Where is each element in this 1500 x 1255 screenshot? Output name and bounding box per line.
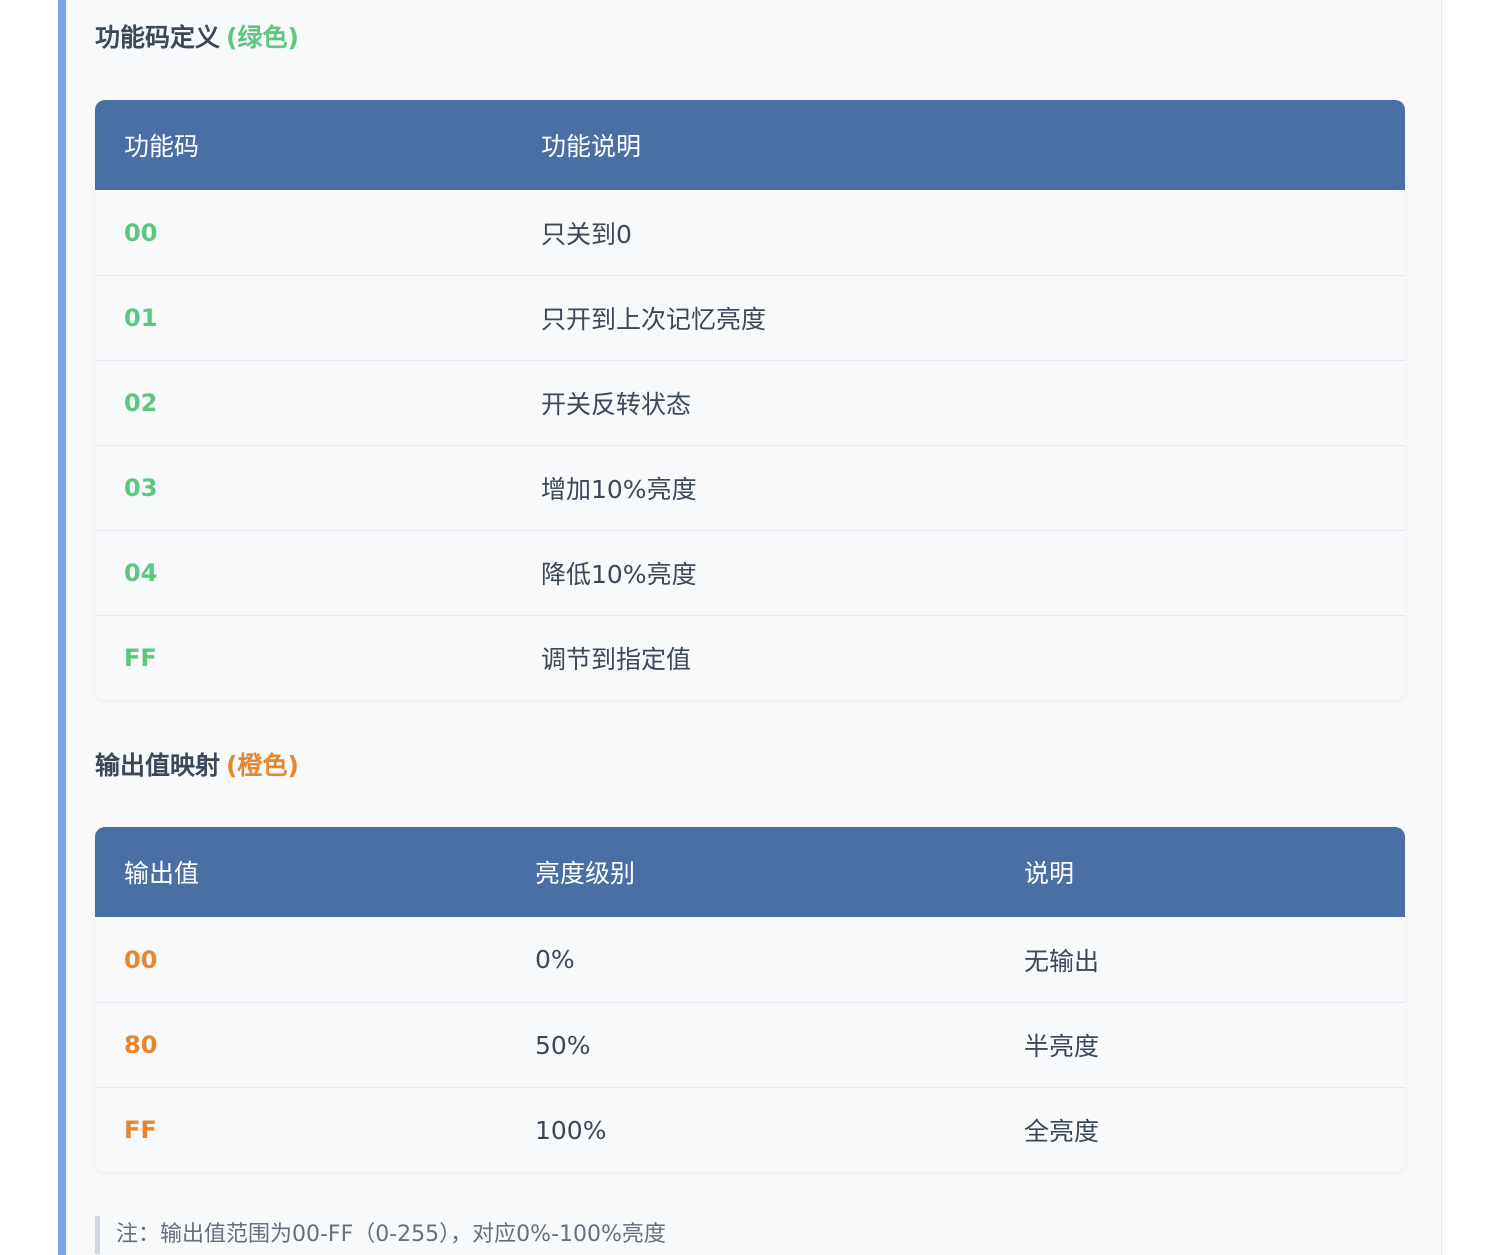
function-code-table-body: 00 只关到0 01 只开到上次记忆亮度 02 开关反转状态 03 增加10%亮…	[95, 190, 1405, 700]
range-note: 注：输出值范围为00-FF（0-255），对应0%-100%亮度	[95, 1216, 666, 1254]
header-function-code: 功能码	[124, 132, 200, 161]
description-cell: 半亮度	[1024, 1032, 1100, 1061]
output-value-cell: 80	[124, 1031, 158, 1059]
function-code-table-header: 功能码 功能说明	[95, 100, 1405, 190]
header-description: 说明	[1024, 859, 1075, 888]
output-mapping-table-header: 输出值 亮度级别 说明	[95, 827, 1405, 917]
table-row: FF 100% 全亮度	[95, 1087, 1405, 1172]
function-code-title-tag: (绿色)	[226, 23, 299, 52]
function-code-cell: 04	[124, 559, 158, 587]
output-mapping-title-text: 输出值映射	[95, 751, 221, 780]
output-mapping-title-tag: (橙色)	[226, 751, 299, 780]
table-row: 80 50% 半亮度	[95, 1002, 1405, 1087]
header-brightness-level: 亮度级别	[535, 859, 636, 888]
function-code-cell: 00	[124, 218, 158, 247]
output-mapping-table: 输出值 亮度级别 说明 00 0% 无输出 80 50% 半亮度 FF 100%…	[95, 827, 1405, 1172]
table-row: 02 开关反转状态	[95, 360, 1405, 445]
function-desc-cell: 只开到上次记忆亮度	[541, 305, 767, 334]
function-code-section-title: 功能码定义 (绿色)	[95, 18, 299, 58]
table-row: 03 增加10%亮度	[95, 445, 1405, 530]
function-desc-cell: 只关到0	[541, 219, 632, 249]
function-desc-cell: 增加10%亮度	[541, 475, 697, 504]
function-desc-cell: 开关反转状态	[541, 390, 692, 419]
brightness-level-cell: 100%	[535, 1115, 607, 1145]
function-code-cell: 01	[124, 304, 158, 332]
function-code-cell: 03	[124, 474, 158, 502]
table-row: FF 调节到指定值	[95, 615, 1405, 700]
output-value-cell: FF	[124, 1116, 157, 1144]
header-output-value: 输出值	[124, 859, 200, 888]
function-code-cell: FF	[124, 644, 157, 672]
brightness-level-cell: 50%	[535, 1030, 591, 1060]
function-desc-cell: 调节到指定值	[541, 645, 692, 674]
table-row: 04 降低10%亮度	[95, 530, 1405, 615]
table-row: 01 只开到上次记忆亮度	[95, 275, 1405, 360]
description-cell: 无输出	[1024, 946, 1100, 976]
function-desc-cell: 降低10%亮度	[541, 560, 697, 589]
header-function-desc: 功能说明	[541, 132, 642, 161]
table-row: 00 只关到0	[95, 190, 1405, 275]
function-code-table: 功能码 功能说明 00 只关到0 01 只开到上次记忆亮度 02 开关反转状态	[95, 100, 1405, 700]
description-cell: 全亮度	[1024, 1117, 1100, 1146]
output-value-cell: 00	[124, 945, 158, 974]
brightness-level-cell: 0%	[535, 945, 575, 974]
page: 功能码定义(绿色) 功能码 功能说明 00 只关到0 01 只开到上次记忆亮度	[0, 0, 1500, 1255]
function-code-title-text: 功能码定义	[95, 23, 221, 52]
table-row: 00 0% 无输出	[95, 917, 1405, 1002]
function-code-cell: 02	[124, 389, 158, 417]
content-card: 功能码定义(绿色) 功能码 功能说明 00 只关到0 01 只开到上次记忆亮度	[58, 0, 1442, 1255]
output-mapping-table-body: 00 0% 无输出 80 50% 半亮度 FF 100% 全亮度	[95, 917, 1405, 1172]
output-mapping-section-title: 输出值映射 (橙色)	[95, 746, 299, 786]
